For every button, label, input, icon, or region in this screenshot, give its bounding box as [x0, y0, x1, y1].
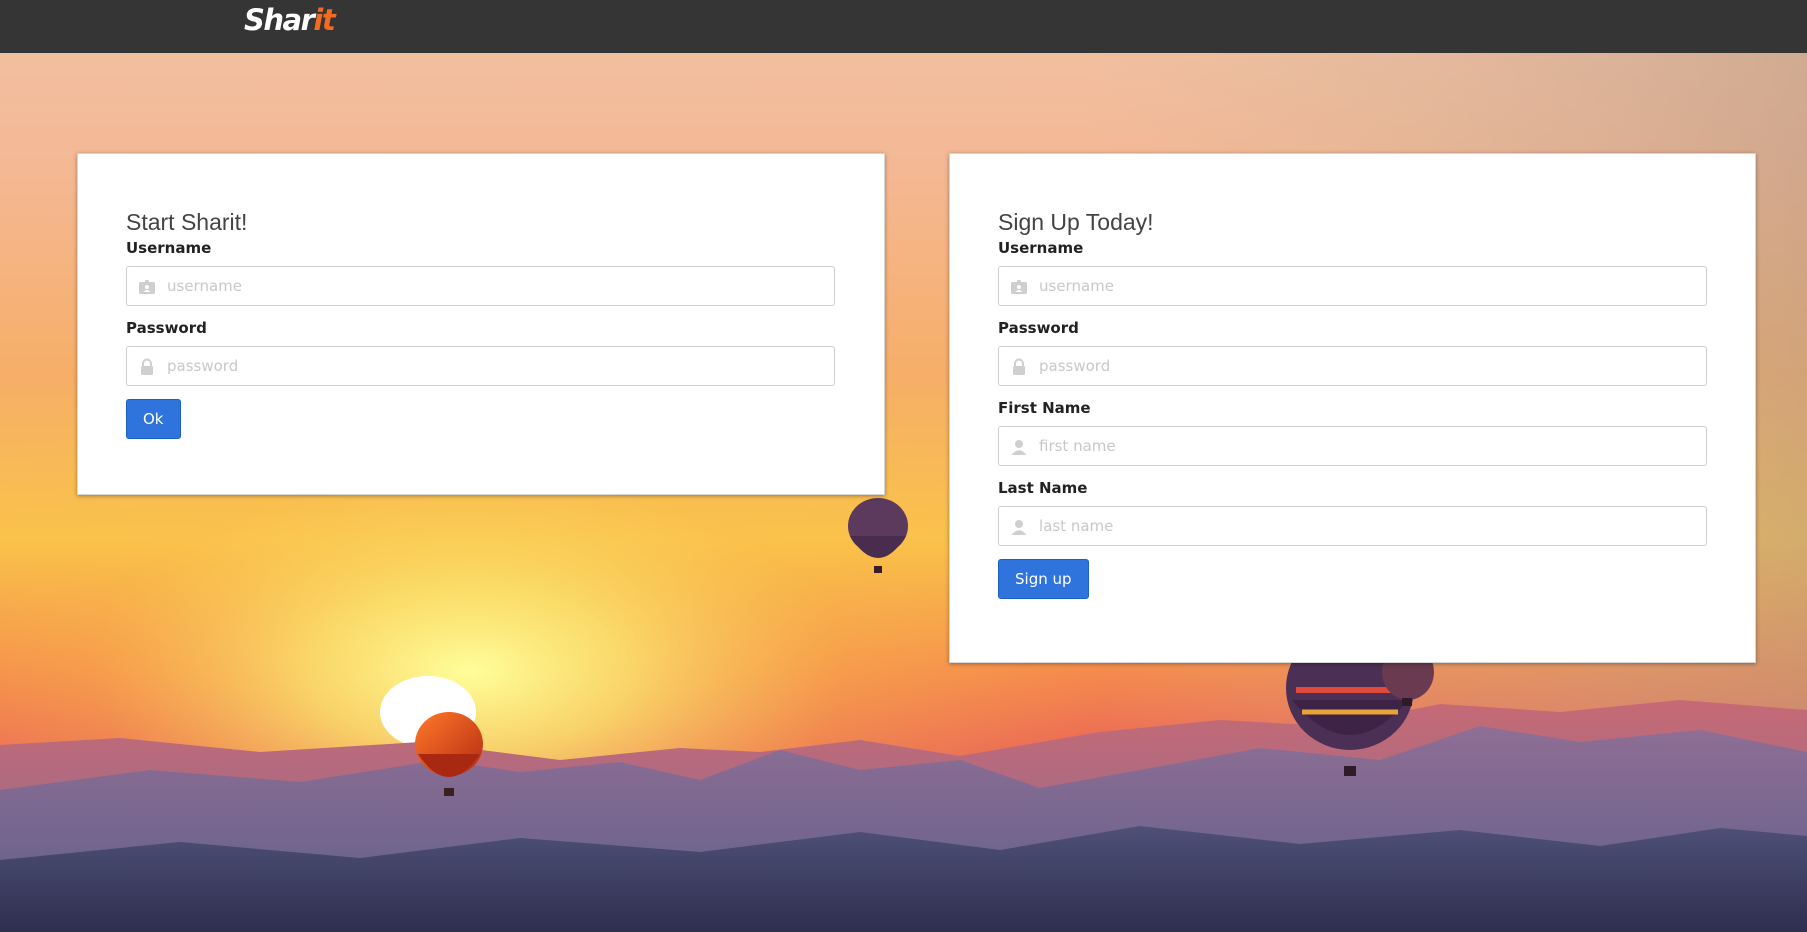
signup-first-name-input[interactable] — [999, 427, 1706, 465]
signup-first-name-input-wrap — [998, 426, 1707, 466]
signup-username-field: Username — [998, 238, 1707, 306]
signup-card: Sign Up Today! Username Password First N… — [949, 153, 1756, 663]
login-username-field: Username — [126, 238, 836, 306]
signup-last-name-label: Last Name — [998, 479, 1088, 497]
signup-password-input-wrap — [998, 346, 1707, 386]
login-card: Start Sharit! Username Password Ok — [77, 153, 885, 495]
signup-last-name-field: Last Name — [998, 478, 1707, 546]
logo-text-primary: Shar — [244, 3, 315, 37]
logo-text-accent: it — [313, 3, 335, 37]
signup-username-label: Username — [998, 239, 1084, 257]
signup-password-field: Password — [998, 318, 1707, 386]
signup-last-name-input-wrap — [998, 506, 1707, 546]
login-password-field: Password — [126, 318, 836, 386]
login-title: Start Sharit! — [126, 209, 248, 235]
signup-title: Sign Up Today! — [998, 209, 1154, 235]
login-username-input[interactable] — [127, 267, 834, 305]
signup-password-input[interactable] — [999, 347, 1706, 385]
login-password-input-wrap — [126, 346, 835, 386]
top-navbar: Sharit — [0, 0, 1807, 53]
login-username-label: Username — [126, 239, 212, 257]
login-ok-button[interactable]: Ok — [126, 399, 181, 439]
signup-first-name-label: First Name — [998, 399, 1091, 417]
login-password-input[interactable] — [127, 347, 834, 385]
signup-password-label: Password — [998, 319, 1079, 337]
signup-first-name-field: First Name — [998, 398, 1707, 466]
signup-last-name-input[interactable] — [999, 507, 1706, 545]
login-password-label: Password — [126, 319, 207, 337]
signup-username-input[interactable] — [999, 267, 1706, 305]
login-username-input-wrap — [126, 266, 835, 306]
sharit-logo[interactable]: Sharit — [244, 2, 336, 38]
signup-button[interactable]: Sign up — [998, 559, 1089, 599]
signup-username-input-wrap — [998, 266, 1707, 306]
